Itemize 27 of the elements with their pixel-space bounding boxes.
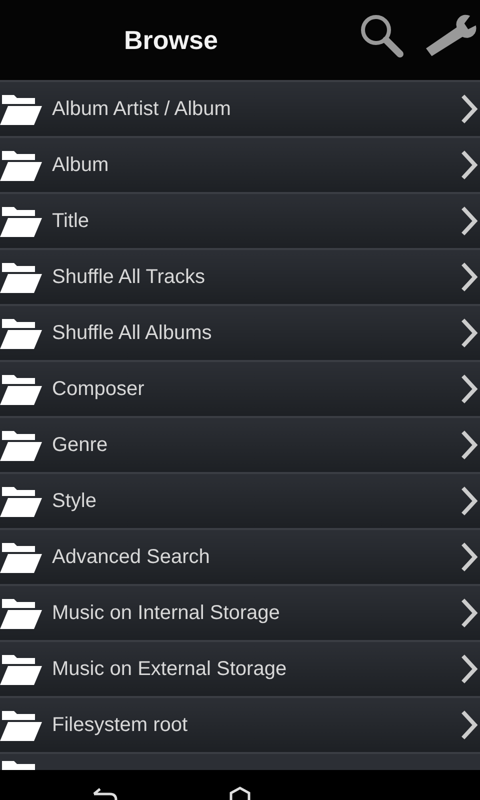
chevron-icon — [460, 430, 478, 460]
browse-list-item[interactable]: Shuffle All Tracks — [0, 248, 480, 304]
browse-list-item[interactable]: Music on Internal Storage — [0, 584, 480, 640]
screen-title: Browse — [124, 24, 218, 56]
chevron-icon — [460, 150, 478, 180]
chevron-icon — [460, 94, 478, 124]
chevron-icon — [460, 598, 478, 628]
browse-list-item[interactable]: Composer — [0, 360, 480, 416]
chevron-icon — [460, 654, 478, 684]
chevron-icon — [460, 374, 478, 404]
browse-list-item[interactable]: Shuffle All Albums — [0, 304, 480, 360]
browse-list-item[interactable]: Style — [0, 472, 480, 528]
chevron-icon — [460, 710, 478, 740]
browse-list-item[interactable]: Album — [0, 136, 480, 192]
chevron-icon — [460, 486, 478, 516]
browse-list-item[interactable]: Advanced Search — [0, 528, 480, 584]
browse-list-item[interactable]: Music on External Storage — [0, 640, 480, 696]
browse-list-item[interactable]: Filesystem root — [0, 696, 480, 752]
browse-list-item[interactable]: Genre — [0, 416, 480, 472]
chevron-icon — [460, 206, 478, 236]
chevron-icon — [460, 542, 478, 572]
browse-list-item[interactable]: Title — [0, 192, 480, 248]
chevron-icon — [460, 262, 478, 292]
browse-list-item[interactable]: Album Artist / Album — [0, 80, 480, 136]
search-icon[interactable] — [358, 12, 406, 60]
home-icon[interactable] — [228, 786, 252, 800]
chevron-icon — [460, 318, 478, 348]
